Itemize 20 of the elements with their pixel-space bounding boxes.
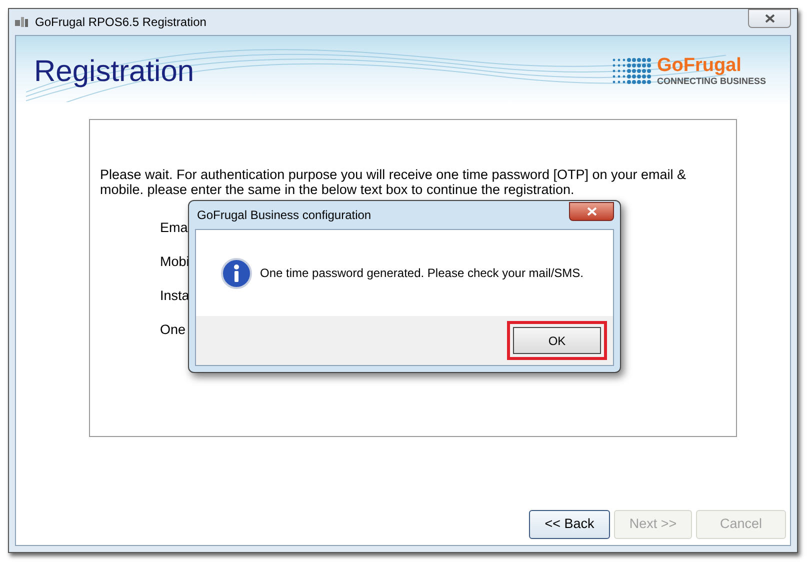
dialog-title: GoFrugal Business configuration [197, 207, 372, 224]
app-icon [15, 16, 29, 28]
logo-tagline: CONNECTING BUSINESS [656, 77, 766, 86]
ok-button[interactable]: OK [513, 327, 601, 354]
close-icon [764, 14, 774, 22]
logo-name: GoFrugal [656, 56, 742, 75]
dialog-message: One time password generated. Please check your mail/SMS. [260, 265, 584, 282]
page-title: Registration [34, 54, 194, 90]
field-label: Insta [160, 287, 190, 305]
window-title: GoFrugal RPOS6.5 Registration [35, 14, 206, 31]
logo-icon [610, 56, 653, 86]
field-label: One [160, 321, 186, 339]
close-icon [586, 206, 596, 216]
instruction-text: Please wait. For authentication purpose you will receive one time password [OTP] on your email & mobile. please enter the same in the below text box to continue the registration. [100, 167, 688, 197]
field-label: Mobi [160, 253, 190, 271]
field-label: Ema [160, 219, 188, 237]
info-icon [221, 258, 252, 288]
close-button[interactable] [748, 8, 791, 28]
wizard-button[interactable]: << Back [529, 510, 610, 539]
close-button[interactable] [569, 202, 614, 220]
